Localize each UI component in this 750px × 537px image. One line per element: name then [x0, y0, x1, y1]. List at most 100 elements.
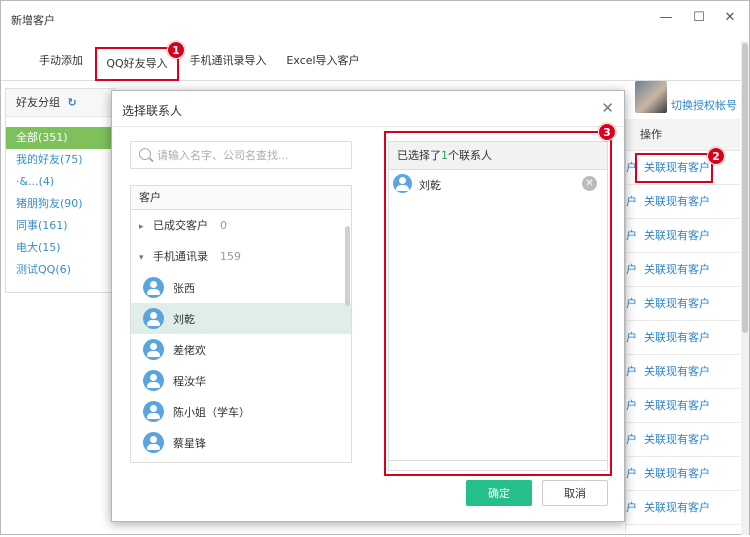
close-icon[interactable]: ✕: [721, 9, 739, 27]
window-title: 新增客户: [11, 14, 55, 27]
contact-search-input[interactable]: [157, 146, 347, 164]
selected-prefix: 已选择了: [397, 149, 441, 162]
link-existing-customer-link[interactable]: 关联现有客户: [644, 253, 710, 287]
link-existing-customer-link[interactable]: 关联现有客户: [644, 321, 710, 355]
selected-count-header: 已选择了1个联系人: [389, 142, 607, 170]
tab-manual-add[interactable]: 手动添加: [29, 37, 93, 81]
group-item[interactable]: 猪朋狗友(90): [6, 193, 114, 215]
row-cut-text: 户: [626, 263, 637, 276]
link-existing-customer-link[interactable]: 关联现有客户: [644, 389, 710, 423]
refresh-icon[interactable]: ↻: [68, 96, 77, 109]
table-row: 户关联现有客户: [626, 287, 740, 321]
row-cut-text: 户: [626, 467, 637, 480]
selected-contacts-panel: 已选择了1个联系人 刘乾 ✕: [388, 141, 608, 471]
main-scrollbar-thumb[interactable]: [742, 43, 748, 333]
tree-group-phone-contacts[interactable]: ▾ 手机通讯录 159: [131, 241, 351, 272]
remove-icon[interactable]: ✕: [582, 176, 597, 191]
account-avatar: [635, 81, 667, 113]
contact-name: 蔡星锋: [173, 437, 206, 450]
row-cut-text: 户: [626, 331, 637, 344]
import-tabs: 手动添加 QQ好友导入 手机通讯录导入 Excel导入客户: [1, 37, 749, 81]
maximize-icon[interactable]: ☐: [690, 9, 708, 27]
link-existing-customer-link[interactable]: 关联现有客户: [644, 355, 710, 389]
search-icon: [139, 148, 151, 160]
dialog-title: 选择联系人: [122, 104, 183, 118]
select-contact-dialog: 选择联系人 ✕ 客户 ▸ 已成交客户 0 ▾ 手机通讯录 159 张西 刘乾 差佬欢 程…: [111, 90, 625, 522]
user-avatar-icon: [143, 432, 164, 453]
table-row: 户关联现有客户: [626, 219, 740, 253]
row-cut-text: 户: [626, 501, 637, 514]
row-cut-text: 户: [626, 433, 637, 446]
contact-search-box: [130, 141, 352, 169]
row-cut-text: 户: [626, 297, 637, 310]
group-item[interactable]: 我的好友(75): [6, 149, 114, 171]
group-item[interactable]: 测试QQ(6): [6, 259, 114, 281]
selected-suffix: 个联系人: [448, 149, 492, 162]
table-row: 户关联现有客户: [626, 185, 740, 219]
caret-right-icon: ▸: [139, 222, 144, 232]
contact-item-selected[interactable]: 刘乾: [131, 303, 351, 334]
confirm-button[interactable]: 确定: [466, 480, 532, 506]
user-avatar-icon: [143, 308, 164, 329]
caret-down-icon: ▾: [139, 253, 144, 263]
tree-group-label: 已成交客户: [153, 219, 208, 232]
row-cut-text: 户: [626, 229, 637, 242]
selected-count: 1: [441, 149, 448, 162]
tree-header: 客户: [131, 186, 351, 210]
minimize-icon[interactable]: —: [657, 9, 675, 27]
contact-item[interactable]: 差佬欢: [131, 334, 351, 365]
selected-panel-footer: [389, 460, 607, 470]
link-existing-customer-link[interactable]: 关联现有客户: [644, 219, 710, 253]
link-existing-customer-link[interactable]: 关联现有客户: [644, 491, 710, 525]
dialog-close-icon[interactable]: ✕: [601, 99, 614, 117]
user-avatar-icon: [393, 174, 412, 193]
friend-group-panel: 好友分组 ↻ 全部(351) 我的好友(75) ·&...(4) 猪朋狗友(90…: [5, 88, 115, 293]
tree-group-label: 手机通讯录: [153, 250, 208, 263]
selected-contact-name: 刘乾: [419, 179, 441, 192]
contact-item[interactable]: 程汝华: [131, 365, 351, 396]
step-badge-3: 3: [598, 123, 616, 141]
selected-contacts-highlight: 已选择了1个联系人 刘乾 ✕: [384, 131, 612, 476]
row-cut-text: 户: [626, 399, 637, 412]
link-existing-customer-link[interactable]: 关联现有客户: [644, 287, 710, 321]
title-bar: 新增客户 — ☐ ✕: [1, 1, 749, 37]
group-item-all[interactable]: 全部(351): [6, 127, 114, 149]
row-cut-text: 户: [626, 365, 637, 378]
group-item[interactable]: ·&...(4): [6, 171, 114, 193]
tab-phone-import[interactable]: 手机通讯录导入: [185, 37, 271, 81]
step-badge-1: 1: [167, 41, 185, 59]
user-avatar-icon: [143, 277, 164, 298]
step-badge-2: 2: [707, 147, 725, 165]
highlight-link-box: [635, 153, 713, 183]
group-item[interactable]: 同事(161): [6, 215, 114, 237]
tree-scrollbar-thumb[interactable]: [345, 226, 350, 306]
switch-account-link[interactable]: 切换授权帐号: [671, 97, 737, 113]
cancel-button[interactable]: 取消: [542, 480, 608, 506]
table-row: 户关联现有客户: [626, 457, 740, 491]
link-existing-customer-link[interactable]: 关联现有客户: [644, 423, 710, 457]
user-avatar-icon: [143, 401, 164, 422]
tree-group-closed-deals[interactable]: ▸ 已成交客户 0: [131, 210, 351, 241]
link-existing-customer-link[interactable]: 关联现有客户: [644, 457, 710, 491]
user-avatar-icon: [143, 370, 164, 391]
link-existing-customer-link[interactable]: 关联现有客户: [644, 185, 710, 219]
table-row: 户关联现有客户: [626, 389, 740, 423]
actions-column-header: 操作: [626, 119, 740, 151]
friend-group-title: 好友分组: [16, 96, 60, 109]
row-cut-text: 户: [626, 195, 637, 208]
table-row: 户关联现有客户: [626, 423, 740, 457]
contact-item[interactable]: 张西: [131, 272, 351, 303]
contact-item[interactable]: 蔡星锋: [131, 427, 351, 458]
table-row: 户关联现有客户: [626, 321, 740, 355]
new-customer-window: 新增客户 — ☐ ✕ 手动添加 QQ好友导入 手机通讯录导入 Excel导入客户…: [0, 0, 750, 537]
contact-tree: 客户 ▸ 已成交客户 0 ▾ 手机通讯录 159 张西 刘乾 差佬欢 程汝华 陈小姐（学…: [130, 185, 352, 463]
tree-group-count: 159: [220, 250, 241, 263]
main-scrollbar[interactable]: [741, 41, 749, 535]
contact-item[interactable]: 陈小姐（学车）: [131, 396, 351, 427]
friend-group-header: 好友分组 ↻: [6, 89, 114, 117]
tab-excel-import[interactable]: Excel导入客户: [281, 37, 365, 81]
contact-name: 刘乾: [173, 313, 195, 326]
group-item[interactable]: 电大(15): [6, 237, 114, 259]
tree-group-count: 0: [220, 219, 227, 232]
contact-name: 张西: [173, 282, 195, 295]
